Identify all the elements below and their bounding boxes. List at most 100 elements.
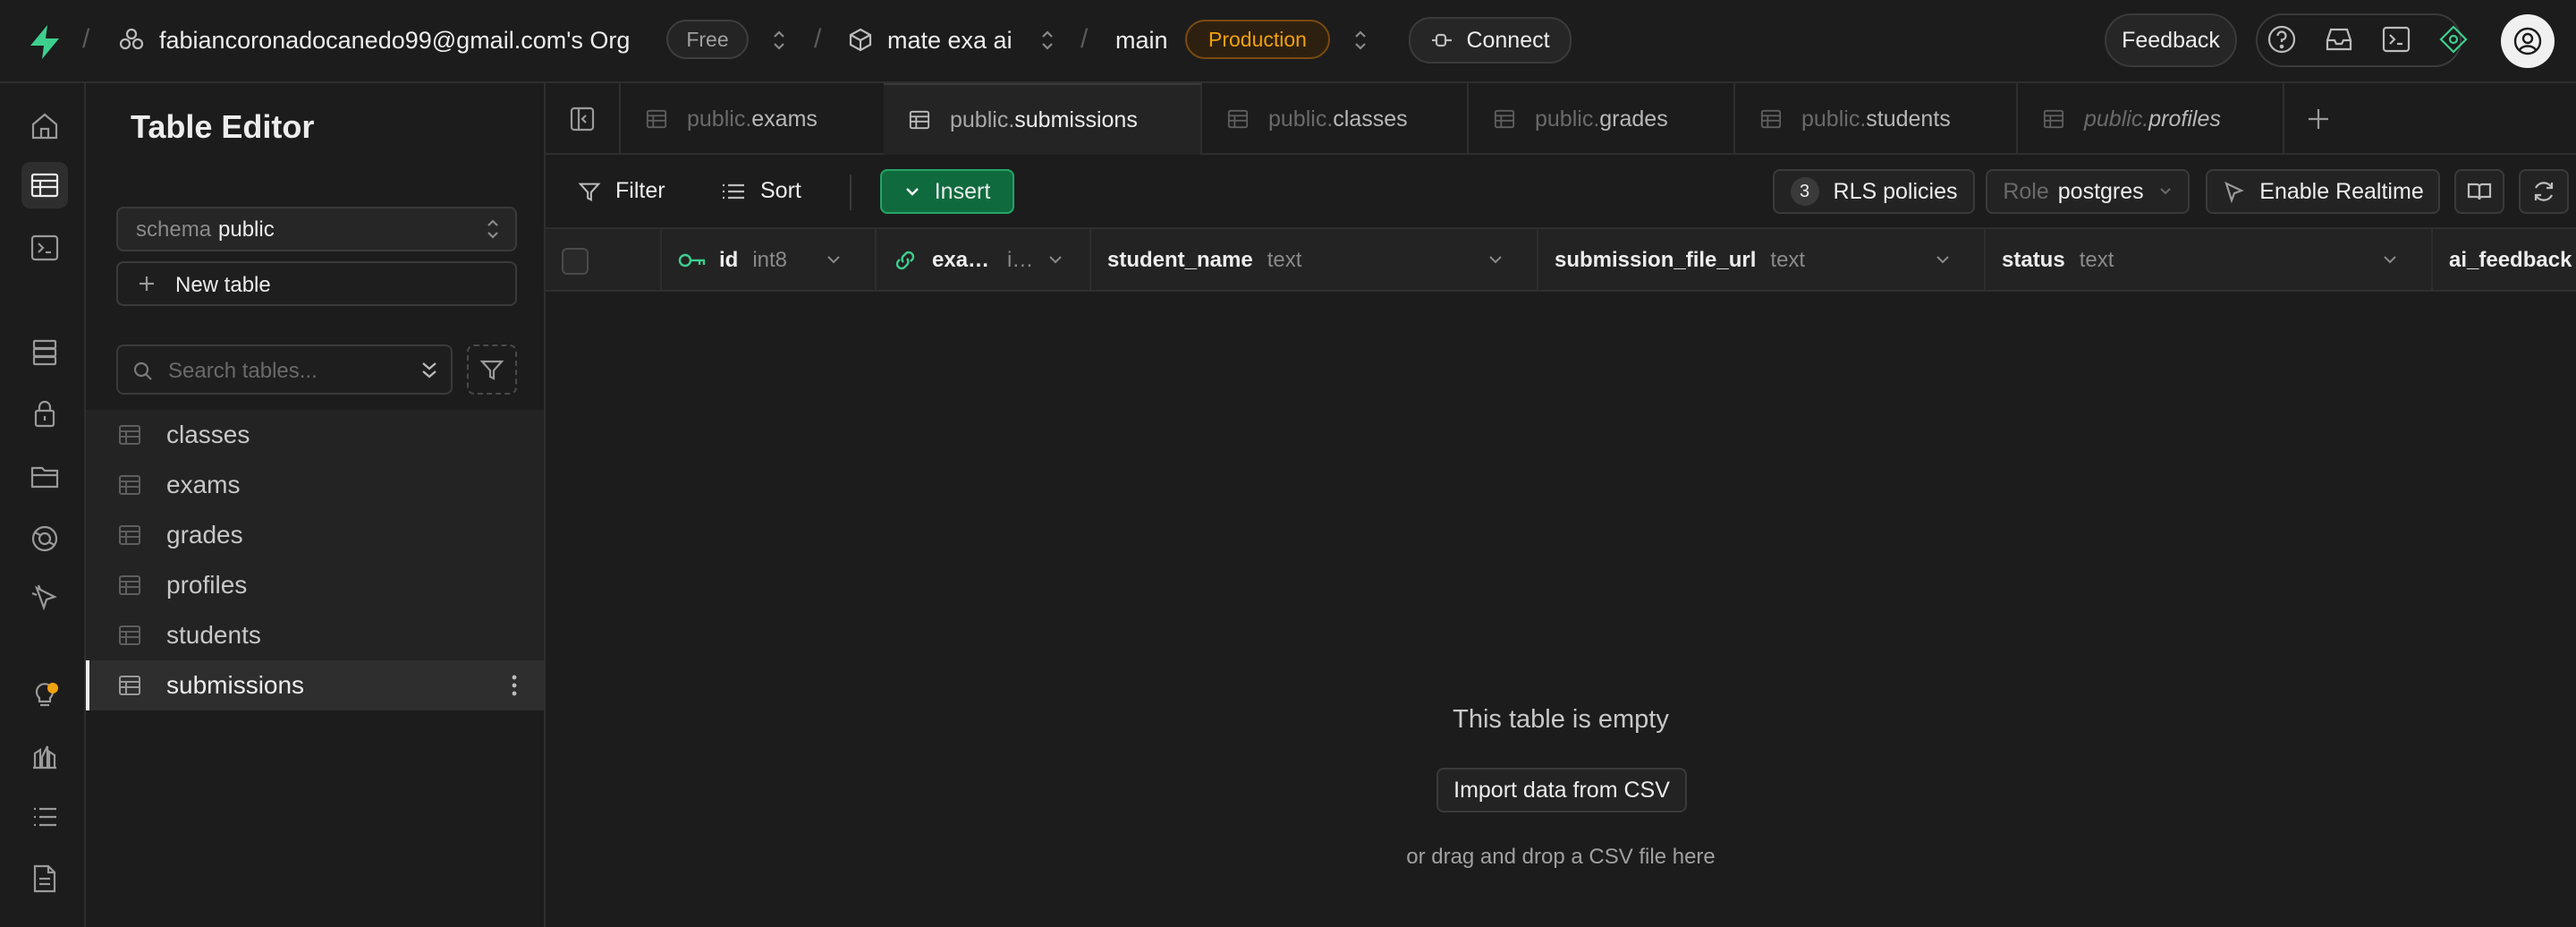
- role-value: postgres: [2057, 178, 2144, 204]
- table-icon: [118, 674, 141, 697]
- chevron-down-icon[interactable]: [2381, 251, 2399, 268]
- rls-label: RLS policies: [1833, 178, 1958, 204]
- schema-selector[interactable]: schema public: [116, 207, 517, 251]
- insert-label: Insert: [934, 178, 991, 204]
- help-icon[interactable]: [2267, 24, 2297, 55]
- chevron-down-icon[interactable]: [1487, 251, 1504, 268]
- auth-lock-icon[interactable]: [21, 390, 68, 437]
- top-bar: / fabiancoronadocanedo99@gmail.com's Org…: [0, 0, 2576, 83]
- table-editor-icon[interactable]: [21, 162, 68, 208]
- branch-switcher-chevron-icon[interactable]: [1352, 29, 1368, 52]
- edge-functions-icon[interactable]: [21, 515, 68, 562]
- connect-button[interactable]: Connect: [1409, 17, 1572, 64]
- role-selector[interactable]: Role postgres: [1986, 169, 2190, 214]
- chevron-down-icon: [904, 185, 920, 198]
- new-tab-plus-icon[interactable]: [2306, 106, 2331, 132]
- tab-exams[interactable]: public. exams: [621, 83, 893, 155]
- project-name[interactable]: mate exa ai: [887, 27, 1013, 55]
- feedback-button[interactable]: Feedback: [2105, 13, 2237, 67]
- search-tables-input[interactable]: Search tables...: [116, 344, 453, 395]
- tab-classes[interactable]: public. classes: [1202, 83, 1469, 155]
- docs-book-button[interactable]: [2454, 169, 2504, 214]
- logs-list-icon[interactable]: [21, 794, 68, 840]
- table-list-item-profiles[interactable]: profiles: [86, 560, 544, 610]
- new-table-label: New table: [175, 273, 271, 297]
- tab-schema-prefix: public.: [1801, 106, 1867, 132]
- column-header-ai-feedback[interactable]: ai_feedback: [2433, 229, 2576, 292]
- sort-button[interactable]: Sort: [721, 178, 801, 204]
- new-table-button[interactable]: New table: [116, 261, 517, 306]
- collapse-chevrons-icon[interactable]: [419, 359, 440, 382]
- column-header-submission-file-url[interactable]: submission_file_url text: [1538, 229, 1986, 292]
- table-name: exams: [166, 471, 241, 498]
- table-icon: [1227, 108, 1249, 130]
- breadcrumb-separator: /: [82, 24, 90, 54]
- tab-schema-prefix: public.: [2084, 106, 2149, 132]
- column-type: int8: [752, 248, 788, 272]
- grid-empty-area: This table is empty Import data from CSV…: [546, 292, 2576, 927]
- filter-tables-button[interactable]: [467, 344, 517, 395]
- enable-realtime-button[interactable]: Enable Realtime: [2206, 169, 2440, 214]
- column-header-exam-id[interactable]: exa… i…: [877, 229, 1091, 292]
- advisors-lightbulb-icon[interactable]: [21, 672, 68, 719]
- org-name[interactable]: fabiancoronadocanedo99@gmail.com's Org: [159, 27, 630, 55]
- rls-policies-button[interactable]: 3 RLS policies: [1773, 169, 1975, 214]
- tab-table-name: classes: [1333, 106, 1408, 132]
- tab-submissions[interactable]: public. submissions: [884, 83, 1202, 157]
- avatar[interactable]: [2501, 14, 2555, 68]
- column-name: status: [2002, 248, 2065, 272]
- table-name: profiles: [166, 571, 248, 599]
- table-list-item-students[interactable]: students: [86, 610, 544, 660]
- org-icon: [118, 26, 145, 53]
- column-header-student-name[interactable]: student_name text: [1091, 229, 1538, 292]
- assistant-diamond-icon[interactable]: [2438, 24, 2469, 55]
- table-editor-side-panel: Table Editor schema public New table Sea…: [86, 83, 546, 927]
- foreign-key-link-icon: [893, 248, 918, 273]
- terminal-icon[interactable]: [2381, 24, 2411, 55]
- realtime-cursor-icon[interactable]: [21, 574, 68, 621]
- breadcrumb-separator: /: [814, 24, 822, 54]
- sidebar-collapse-icon: [569, 106, 596, 132]
- import-csv-button[interactable]: Import data from CSV: [1436, 768, 1687, 812]
- select-all-column: [546, 229, 662, 292]
- storage-folder-icon[interactable]: [21, 453, 68, 499]
- tab-schema-prefix: public.: [1268, 106, 1334, 132]
- book-open-icon: [2467, 181, 2492, 202]
- chevron-down-icon[interactable]: [1046, 251, 1064, 268]
- inbox-icon[interactable]: [2324, 24, 2354, 55]
- project-box-icon: [848, 27, 873, 52]
- chevron-down-icon[interactable]: [1934, 251, 1952, 268]
- tab-profiles[interactable]: public. profiles: [2018, 83, 2284, 155]
- column-header-id[interactable]: id int8: [662, 229, 877, 292]
- database-icon[interactable]: [21, 329, 68, 376]
- table-list-item-classes[interactable]: classes: [86, 410, 544, 460]
- connect-label: Connect: [1466, 27, 1550, 53]
- column-header-status[interactable]: status text: [1986, 229, 2433, 292]
- toggle-sidebar-button[interactable]: [546, 83, 621, 155]
- select-all-checkbox[interactable]: [562, 248, 589, 275]
- more-options-icon[interactable]: [510, 673, 519, 698]
- reports-chart-icon[interactable]: [21, 733, 68, 779]
- supabase-logo-icon[interactable]: [27, 23, 63, 61]
- column-type: i…: [1007, 248, 1034, 272]
- sql-editor-icon[interactable]: [21, 225, 68, 271]
- tab-students[interactable]: public. students: [1735, 83, 2018, 155]
- org-switcher-chevron-icon[interactable]: [771, 29, 787, 52]
- filter-button[interactable]: Filter: [578, 178, 665, 204]
- environment-badge: Production: [1185, 20, 1330, 59]
- project-switcher-chevron-icon[interactable]: [1039, 29, 1055, 52]
- table-list-item-exams[interactable]: exams: [86, 460, 544, 510]
- table-list-item-grades[interactable]: grades: [86, 510, 544, 560]
- tab-grades[interactable]: public. grades: [1469, 83, 1735, 155]
- table-icon: [1760, 108, 1782, 130]
- chevron-down-icon[interactable]: [825, 251, 843, 268]
- home-icon[interactable]: [21, 103, 68, 149]
- role-label: Role: [2003, 178, 2049, 204]
- insert-button[interactable]: Insert: [880, 169, 1014, 214]
- branch-name[interactable]: main: [1115, 27, 1168, 55]
- search-icon: [132, 361, 154, 382]
- api-docs-icon[interactable]: [21, 855, 68, 902]
- table-list-item-submissions[interactable]: submissions: [86, 660, 544, 710]
- refresh-button[interactable]: [2519, 169, 2569, 214]
- column-name: student_name: [1107, 248, 1253, 272]
